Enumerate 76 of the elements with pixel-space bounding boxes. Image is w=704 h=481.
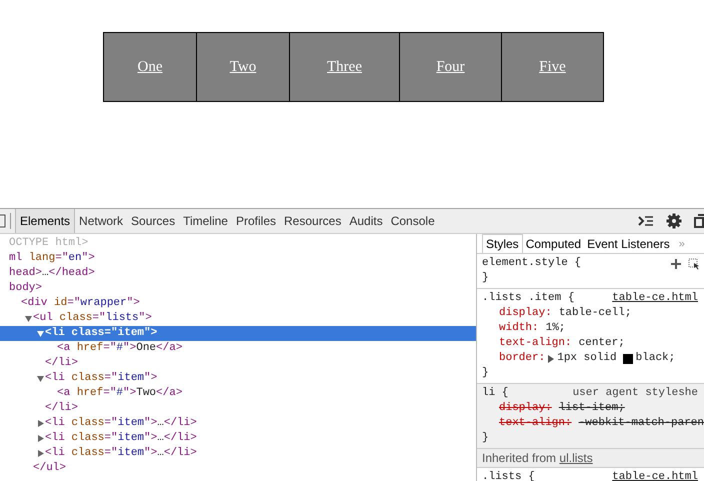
nav-link[interactable]: One: [104, 33, 197, 101]
devtools-tab[interactable]: Resources: [280, 209, 346, 233]
dom-node-row[interactable]: <a href="#">Two</a>: [0, 386, 476, 401]
dom-node-text: body>: [9, 281, 42, 296]
element-state-icon[interactable]: [688, 258, 700, 270]
expand-arrow-icon[interactable]: [547, 354, 556, 362]
styles-tab[interactable]: Styles: [482, 234, 523, 253]
rule-close-brace: }: [482, 431, 489, 446]
devtools-tab[interactable]: Console: [386, 209, 439, 233]
device-icon[interactable]: [0, 214, 6, 228]
closing-tag: </ul>: [33, 461, 66, 476]
devtools-tab[interactable]: Elements: [15, 209, 76, 233]
css-property: display: table-cell;: [498, 306, 632, 321]
dock-icon[interactable]: [694, 214, 704, 228]
dom-node-row[interactable]: body>: [0, 281, 476, 296]
dom-node-row[interactable]: ml lang="en">: [0, 251, 476, 266]
closing-tag: </li>: [45, 401, 78, 416]
dom-node-row[interactable]: head>…</head>: [0, 266, 476, 281]
css-property: width: 1%;: [498, 321, 566, 336]
dom-node-row[interactable]: <a href="#">One</a>: [0, 341, 476, 356]
devtools-tab[interactable]: Timeline: [179, 209, 232, 233]
color-swatch[interactable]: [622, 354, 633, 364]
expanded-arrow-icon[interactable]: [36, 374, 45, 383]
add-rule-icon[interactable]: [670, 258, 682, 270]
dom-node-text: <li class="item">: [45, 371, 158, 386]
inherited-link[interactable]: ul.lists: [559, 451, 593, 465]
dom-node-row[interactable]: <div id="wrapper">: [0, 296, 476, 311]
devtools-tab[interactable]: Audits: [345, 209, 387, 233]
nav-link[interactable]: Five: [502, 33, 603, 101]
devtools-tab[interactable]: Profiles: [232, 209, 280, 233]
settings-icon[interactable]: [666, 213, 682, 229]
dom-node-text: <ul class="lists">: [33, 311, 152, 326]
nav-link[interactable]: Four: [400, 33, 502, 101]
dom-node-text: OCTYPE html>: [9, 236, 88, 251]
dom-node-text: <a href="#">One</a>: [57, 341, 182, 356]
collapsed-arrow-icon[interactable]: [36, 449, 45, 458]
styles-tab[interactable]: Computed: [522, 234, 584, 252]
dom-node-text: <li class="item">…</li>: [45, 416, 197, 431]
styles-tab[interactable]: Event Listeners: [584, 234, 673, 252]
rule-close-brace: }: [482, 366, 489, 381]
dom-node-text: head>…</head>: [9, 266, 95, 281]
css-property: display: list-item;: [498, 401, 626, 416]
rule-selector: .lists .item {: [482, 291, 574, 306]
nav-link[interactable]: Two: [197, 33, 290, 101]
rule-selector: element.style {: [482, 256, 582, 271]
dom-node-row[interactable]: <li class="item">…</li>: [0, 431, 476, 446]
closing-tag: </li>: [45, 356, 78, 371]
devtools-tab[interactable]: Sources: [127, 209, 180, 233]
css-property: border: 1px solid black;: [498, 351, 676, 366]
dom-node-row[interactable]: <ul class="lists">: [0, 311, 476, 326]
dom-node-text: <a href="#">Two</a>: [57, 386, 182, 401]
source-link[interactable]: user agent styleshe: [572, 386, 704, 401]
dom-node-text: <li class="item">…</li>: [45, 446, 197, 461]
collapsed-arrow-icon[interactable]: [36, 419, 45, 428]
expanded-arrow-icon[interactable]: [24, 314, 33, 323]
dom-node-row[interactable]: <li class="item">…</li>: [0, 416, 476, 431]
inherited-label: Inherited from: [482, 451, 556, 465]
dom-node-text: <li class="item">: [45, 326, 158, 341]
dom-node-text: <li class="item">…</li>: [45, 431, 197, 446]
dom-node-text: <div id="wrapper">: [21, 296, 140, 311]
rule-selector: .lists {: [482, 470, 535, 481]
source-link[interactable]: table-ce.html: [612, 470, 704, 481]
devtools-tab[interactable]: Network: [75, 209, 128, 233]
dom-node-row[interactable]: <li class="item">: [0, 326, 476, 341]
expanded-arrow-icon[interactable]: [36, 329, 45, 338]
css-property: text-align: center;: [498, 336, 626, 351]
dom-node-row[interactable]: <li class="item">…</li>: [0, 446, 476, 461]
nav-link[interactable]: Three: [290, 33, 400, 101]
dom-node-text: ml lang="en">: [9, 251, 95, 266]
console-drawer-icon[interactable]: [638, 215, 654, 227]
source-link[interactable]: table-ce.html: [612, 291, 704, 306]
rule-close-brace: }: [482, 271, 489, 286]
dom-node-row[interactable]: <li class="item">: [0, 371, 476, 386]
css-property: text-align: -webkit-match-paren: [498, 416, 704, 431]
collapsed-arrow-icon[interactable]: [36, 434, 45, 443]
rule-selector: li {: [482, 386, 508, 401]
